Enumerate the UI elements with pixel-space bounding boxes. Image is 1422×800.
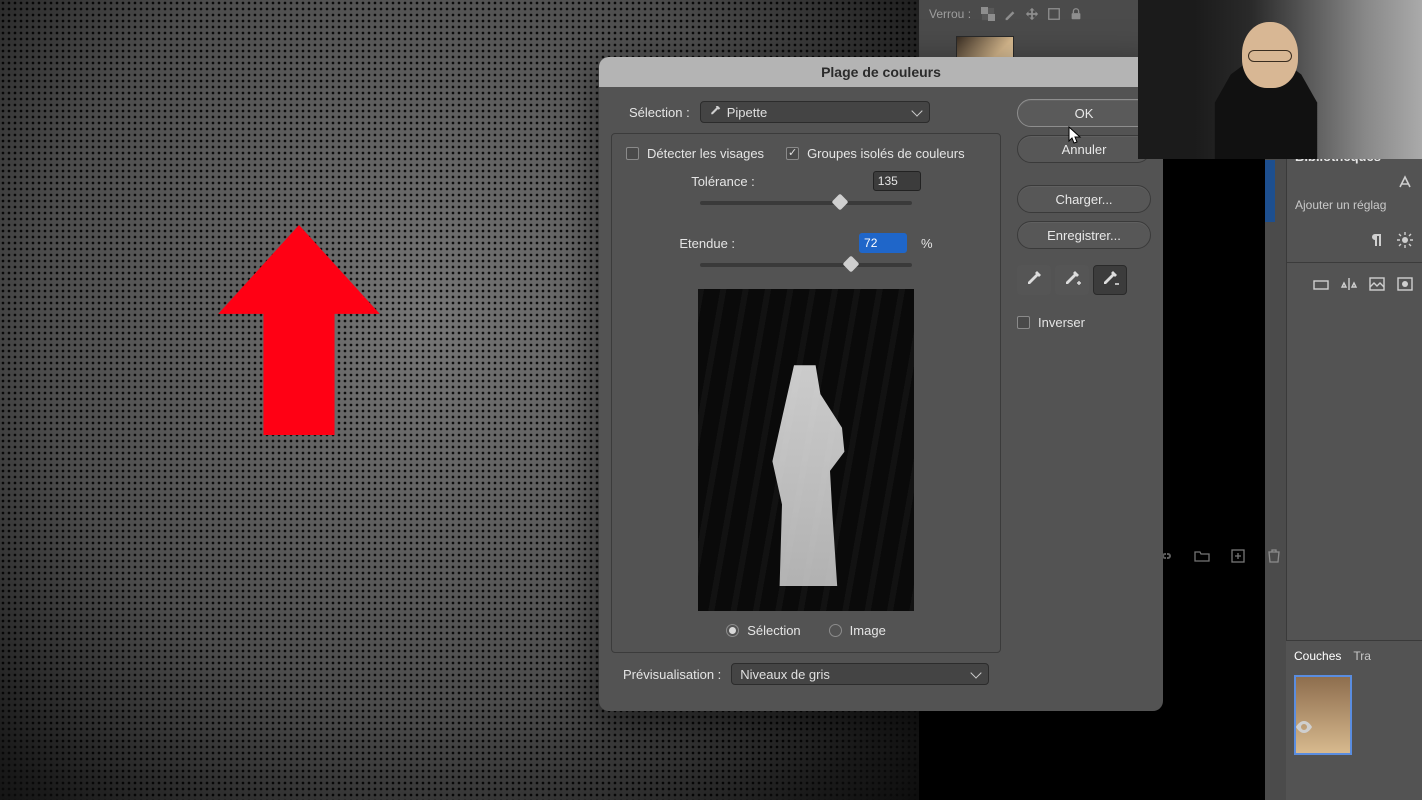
options-group: Détecter les visages Groupes isolés de c…	[611, 133, 1001, 653]
ok-button[interactable]: OK	[1017, 99, 1151, 127]
type-icon[interactable]	[1396, 173, 1414, 191]
detect-faces-label: Détecter les visages	[647, 146, 764, 161]
invert-label: Inverser	[1038, 315, 1085, 330]
paragraph-icon[interactable]	[1368, 231, 1386, 249]
eyedropper-subtract-button[interactable]	[1093, 265, 1127, 295]
invert-checkbox[interactable]	[1017, 316, 1030, 329]
layer-panel-footer-icons	[1158, 548, 1282, 564]
range-slider-thumb[interactable]	[842, 256, 859, 273]
preview-image-radio[interactable]	[829, 624, 842, 637]
dialog-title: Plage de couleurs	[599, 57, 1163, 87]
lock-label: Verrou :	[929, 7, 971, 21]
image-icon[interactable]	[1368, 275, 1386, 293]
tab-couches[interactable]: Couches	[1294, 649, 1341, 663]
save-button[interactable]: Enregistrer...	[1017, 221, 1151, 249]
lock-brush-icon[interactable]	[1003, 7, 1017, 21]
previsualisation-value: Niveaux de gris	[740, 667, 830, 682]
previsualisation-dropdown[interactable]: Niveaux de gris	[731, 663, 989, 685]
chevron-down-icon	[970, 667, 981, 678]
mask-icon[interactable]	[1396, 275, 1414, 293]
channel-thumbnail[interactable]	[1294, 675, 1352, 755]
selection-dropdown[interactable]: Pipette	[700, 101, 930, 123]
chevron-down-icon	[911, 105, 922, 116]
range-label: Etendue :	[679, 236, 735, 251]
lock-move-icon[interactable]	[1025, 7, 1039, 21]
preview-image-label: Image	[850, 623, 886, 638]
annotation-arrow-icon	[218, 225, 380, 435]
range-unit: %	[921, 236, 933, 251]
color-range-dialog: Plage de couleurs Sélection : Pipette Dé…	[599, 57, 1163, 711]
selection-preview	[698, 289, 914, 611]
selection-label: Sélection :	[629, 105, 690, 120]
isolated-groups-label: Groupes isolés de couleurs	[807, 146, 965, 161]
trash-icon[interactable]	[1266, 548, 1282, 564]
tab-traces[interactable]: Tra	[1353, 649, 1371, 663]
balance-icon[interactable]	[1340, 275, 1358, 293]
tolerance-input[interactable]	[873, 171, 921, 191]
eyedropper-add-button[interactable]	[1055, 265, 1089, 295]
visibility-eye-icon[interactable]	[1296, 720, 1312, 736]
previsualisation-label: Prévisualisation :	[623, 667, 721, 682]
detect-faces-checkbox[interactable]	[626, 147, 639, 160]
add-adjustment-label: Ajouter un réglag	[1287, 198, 1422, 224]
channels-panel: Couches Tra	[1286, 640, 1422, 800]
preview-selection-label: Sélection	[747, 623, 800, 638]
range-input[interactable]	[859, 233, 907, 253]
eyedropper-sample-button[interactable]	[1017, 265, 1051, 295]
cancel-button[interactable]: Annuler	[1017, 135, 1151, 163]
tolerance-label: Tolérance :	[691, 174, 755, 189]
preview-selection-radio[interactable]	[726, 624, 739, 637]
new-layer-icon[interactable]	[1230, 548, 1246, 564]
swatches-icon[interactable]	[1312, 275, 1330, 293]
brightness-icon[interactable]	[1396, 231, 1414, 249]
lock-transparency-icon[interactable]	[981, 7, 995, 21]
lock-artboard-icon[interactable]	[1047, 7, 1061, 21]
isolated-groups-checkbox[interactable]	[786, 147, 799, 160]
folder-icon[interactable]	[1194, 548, 1210, 564]
range-slider[interactable]	[700, 263, 912, 267]
eyedropper-icon	[709, 106, 721, 118]
lock-all-icon[interactable]	[1069, 7, 1083, 21]
load-button[interactable]: Charger...	[1017, 185, 1151, 213]
tolerance-slider[interactable]	[700, 201, 912, 205]
tolerance-slider-thumb[interactable]	[831, 194, 848, 211]
lock-options-row	[981, 7, 1083, 21]
selection-value: Pipette	[727, 105, 767, 120]
webcam-overlay	[1138, 0, 1422, 159]
